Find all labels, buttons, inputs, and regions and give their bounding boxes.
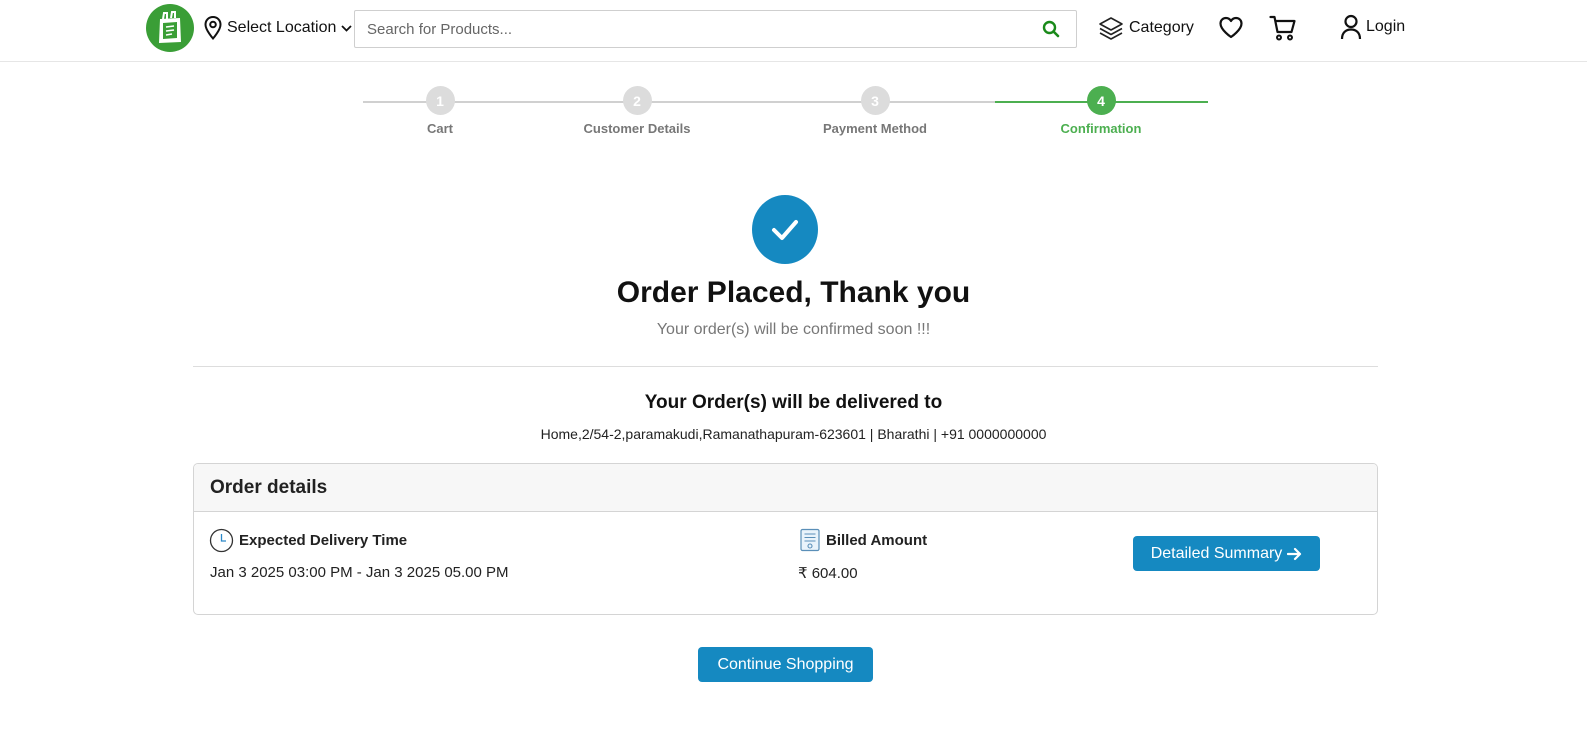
- continue-shopping-button[interactable]: Continue Shopping: [698, 647, 873, 682]
- step-number: 3: [860, 86, 890, 115]
- delivery-time-title: Expected Delivery Time: [209, 528, 407, 553]
- order-details-header: Order details: [194, 464, 1377, 512]
- heart-icon: [1219, 16, 1243, 39]
- step-number-active: 4: [1086, 86, 1116, 115]
- order-confirmation-subtitle: Your order(s) will be confirmed soon !!!: [656, 321, 931, 338]
- step-number: 2: [622, 86, 652, 115]
- step-payment-method: 3 Payment Method: [785, 86, 965, 136]
- top-header: Select Location Category: [0, 0, 1587, 62]
- delivery-time-value: Jan 3 2025 03:00 PM - Jan 3 2025 05.00 P…: [210, 564, 509, 581]
- brand-logo[interactable]: [146, 4, 194, 52]
- delivery-address: Home,2/54-2,paramakudi,Ramanathapuram-62…: [540, 426, 1047, 442]
- step-cart: 1 Cart: [350, 86, 530, 136]
- select-location-button[interactable]: Select Location: [204, 14, 353, 42]
- arrow-right-icon: [1287, 547, 1302, 560]
- section-divider: [193, 366, 1378, 367]
- step-customer-details: 2 Customer Details: [547, 86, 727, 136]
- search-bar: [354, 10, 1077, 48]
- billed-amount-label: Billed Amount: [826, 531, 928, 549]
- category-label: Category: [1129, 19, 1194, 36]
- category-button[interactable]: Category: [1098, 14, 1194, 42]
- order-details-card: Order details Expected Delivery Time Jan…: [193, 463, 1378, 615]
- map-pin-icon: [204, 16, 222, 40]
- billed-amount-value: ₹ 604.00: [798, 565, 858, 582]
- login-button[interactable]: Login: [1340, 13, 1405, 41]
- order-placed-title: Order Placed, Thank you: [616, 276, 971, 309]
- delivery-time-label: Expected Delivery Time: [239, 532, 408, 549]
- user-icon: [1340, 14, 1362, 40]
- grocery-bag-icon: [159, 11, 181, 43]
- checkmark-icon: [772, 219, 798, 240]
- chevron-down-icon: [341, 25, 353, 32]
- location-label: Select Location: [227, 19, 337, 36]
- search-icon: [1042, 20, 1060, 38]
- success-badge: [752, 195, 818, 264]
- billed-amount-title: Billed Amount: [799, 528, 927, 552]
- login-label: Login: [1366, 18, 1406, 35]
- cart-button[interactable]: [1269, 14, 1297, 42]
- step-label: Customer Details: [583, 121, 691, 136]
- search-button[interactable]: [1026, 11, 1076, 47]
- step-number: 1: [425, 86, 455, 115]
- step-label: Cart: [426, 121, 453, 136]
- step-label: Payment Method: [822, 121, 927, 136]
- layers-icon: [1099, 17, 1123, 40]
- receipt-icon: [800, 528, 820, 552]
- checkout-stepper: 1 Cart 2 Customer Details 3 Payment Meth…: [363, 86, 1208, 141]
- cart-icon: [1269, 15, 1296, 41]
- search-input[interactable]: [355, 11, 1026, 47]
- detailed-summary-label: Detailed Summary: [1150, 544, 1283, 562]
- clock-icon: [209, 528, 234, 553]
- detailed-summary-button[interactable]: Detailed Summary: [1133, 536, 1320, 571]
- step-confirmation: 4 Confirmation: [1011, 86, 1191, 136]
- wishlist-button[interactable]: [1218, 15, 1244, 41]
- step-label-active: Confirmation: [1060, 121, 1142, 136]
- delivery-heading: Your Order(s) will be delivered to: [644, 392, 943, 413]
